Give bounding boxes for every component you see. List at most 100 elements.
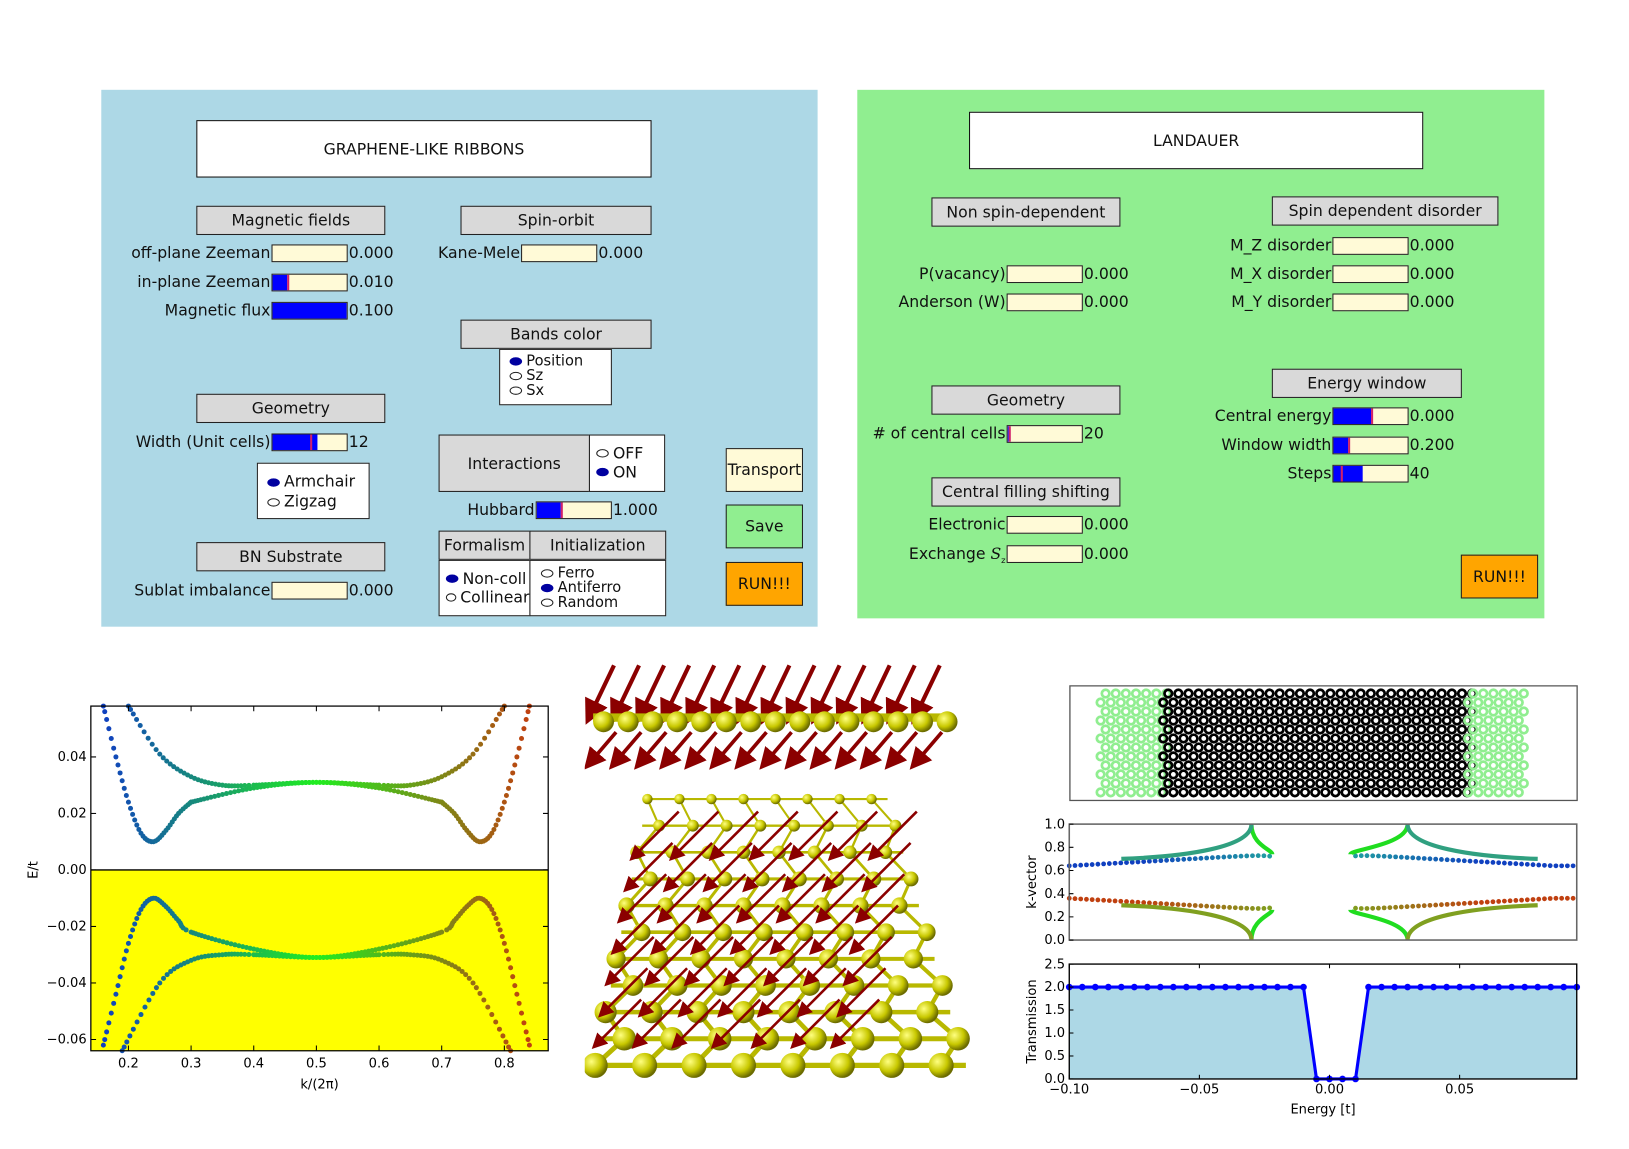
exchange-s-z-slider[interactable]	[1006, 545, 1083, 563]
radio-label: Random	[557, 594, 619, 612]
kane-mele-slider[interactable]	[521, 244, 598, 263]
window-width-slider[interactable]	[1332, 436, 1409, 455]
k-branch	[1348, 907, 1410, 941]
bands-color-header[interactable]: Bands color	[460, 319, 652, 349]
anderson-w-slider[interactable]	[1006, 293, 1083, 312]
radio-option-non-coll[interactable]: Non-coll	[445, 569, 530, 589]
band-point	[516, 1000, 522, 1006]
band-point	[104, 1029, 110, 1035]
steps-slider[interactable]	[1332, 464, 1409, 483]
radio-option-random[interactable]: Random	[540, 594, 665, 612]
k-point-upper	[1370, 853, 1376, 859]
run-button-ribbons[interactable]: RUN!!!	[725, 561, 803, 606]
in-plane-zeeman-slider[interactable]	[271, 273, 348, 292]
radio-option-sz[interactable]: Sz	[509, 367, 611, 385]
edge-type-radio: Armchair Zigzag	[256, 462, 370, 520]
radio-option-collinear[interactable]: Collinear	[445, 588, 529, 607]
radio-option-position[interactable]: Position	[509, 354, 611, 369]
y-tick-label: 0.5	[1044, 1049, 1065, 1064]
atom	[730, 1052, 757, 1078]
slider-value: 0.010	[348, 272, 394, 292]
spin-arrow	[685, 664, 717, 725]
k-point-upper	[1456, 858, 1461, 863]
radio-label: Non-coll	[462, 569, 527, 589]
save-button[interactable]: Save	[725, 504, 803, 549]
transmission-point	[1430, 983, 1437, 991]
off-plane-zeeman-slider[interactable]	[271, 244, 348, 263]
band-point	[113, 754, 119, 760]
sublat-imbalance-slider[interactable]	[271, 581, 348, 600]
x-tick-label: 0.00	[1315, 1083, 1344, 1098]
p-vacancy-slider[interactable]	[1006, 265, 1083, 284]
k-point-lower	[1456, 901, 1461, 907]
atom	[764, 711, 786, 733]
k-point-lower	[1559, 895, 1565, 901]
k-point-lower	[1547, 896, 1553, 901]
transmission-point	[1117, 983, 1125, 991]
radio-option-armchair[interactable]: Armchair	[267, 472, 368, 492]
slider-fill	[1333, 408, 1371, 425]
atom	[593, 711, 614, 733]
k-point-upper	[1255, 853, 1261, 859]
band-point	[246, 952, 252, 958]
transport-button[interactable]: Transport	[725, 448, 803, 492]
radio-label: Sz	[526, 367, 544, 385]
k-point-lower	[1158, 901, 1164, 906]
ribbon-3d-structure-view	[584, 664, 970, 1078]
band-point	[510, 974, 516, 980]
spin-arrow	[735, 664, 767, 725]
k-point-lower	[1398, 904, 1404, 910]
k-point-lower	[1101, 897, 1107, 903]
of-central-cells-slider[interactable]	[1006, 425, 1083, 443]
run-button-landauer[interactable]: RUN!!!	[1460, 554, 1539, 599]
k-point-upper	[1078, 862, 1084, 868]
k-point-lower	[1421, 903, 1427, 909]
radio-option-off[interactable]: OFF	[596, 444, 664, 463]
k-point-upper	[1467, 858, 1473, 864]
radio-option-zigzag[interactable]: Zigzag	[267, 492, 368, 512]
central-filling-header[interactable]: Central filling shifting	[931, 477, 1121, 507]
slider-initial-marker	[309, 434, 312, 451]
k-point-lower	[1376, 905, 1381, 911]
initialization-header[interactable]: Initialization	[529, 530, 667, 560]
m-x-disorder-slider[interactable]	[1332, 265, 1409, 284]
band-point	[490, 723, 496, 729]
band-point	[514, 991, 520, 997]
landauer-geometry-header[interactable]: Geometry	[931, 385, 1121, 415]
atom	[606, 949, 626, 969]
geometry-header[interactable]: Geometry	[196, 393, 386, 424]
transmission-point	[1482, 983, 1489, 991]
atom	[928, 1052, 954, 1078]
radio-label: Sx	[526, 382, 545, 399]
k-point-upper	[1209, 855, 1215, 861]
band-point	[142, 1004, 148, 1010]
width-unit-cells-slider[interactable]	[271, 433, 348, 452]
radio-option-sx[interactable]: Sx	[509, 382, 611, 399]
atom	[732, 1001, 755, 1024]
spin-orbit-header[interactable]: Spin-orbit	[460, 205, 652, 236]
k-point-upper	[1267, 853, 1273, 859]
spin-dependent-disorder-header[interactable]: Spin dependent disorder	[1271, 196, 1499, 226]
energy-window-header[interactable]: Energy window	[1271, 368, 1462, 398]
spin-arrow	[734, 731, 768, 770]
slider-value: 0.000	[1083, 514, 1129, 534]
formalism-header[interactable]: Formalism	[438, 530, 531, 560]
radio-option-on[interactable]: ON	[596, 463, 664, 482]
magnetic-fields-header[interactable]: Magnetic fields	[196, 205, 386, 236]
radio-label: Antiferro	[557, 579, 622, 597]
m-y-disorder-slider[interactable]	[1332, 293, 1409, 312]
electronic-slider[interactable]	[1006, 515, 1083, 534]
m-z-disorder-slider[interactable]	[1332, 237, 1409, 255]
magnetic-flux-slider[interactable]	[271, 301, 348, 320]
radio-option-antiferro[interactable]: Antiferro	[540, 579, 665, 597]
spin-arrow	[660, 664, 692, 725]
interactions-header[interactable]: Interactions	[438, 434, 590, 492]
k-point-upper	[1393, 854, 1399, 860]
central-energy-slider[interactable]	[1332, 407, 1409, 426]
atom	[803, 1026, 827, 1051]
bn-substrate-header[interactable]: BN Substrate	[196, 542, 386, 572]
k-point-upper	[1530, 862, 1536, 868]
non-spin-dependent-header[interactable]: Non spin-dependent	[931, 197, 1121, 227]
radio-option-ferro[interactable]: Ferro	[540, 566, 665, 581]
hubbard-slider[interactable]	[535, 501, 612, 520]
